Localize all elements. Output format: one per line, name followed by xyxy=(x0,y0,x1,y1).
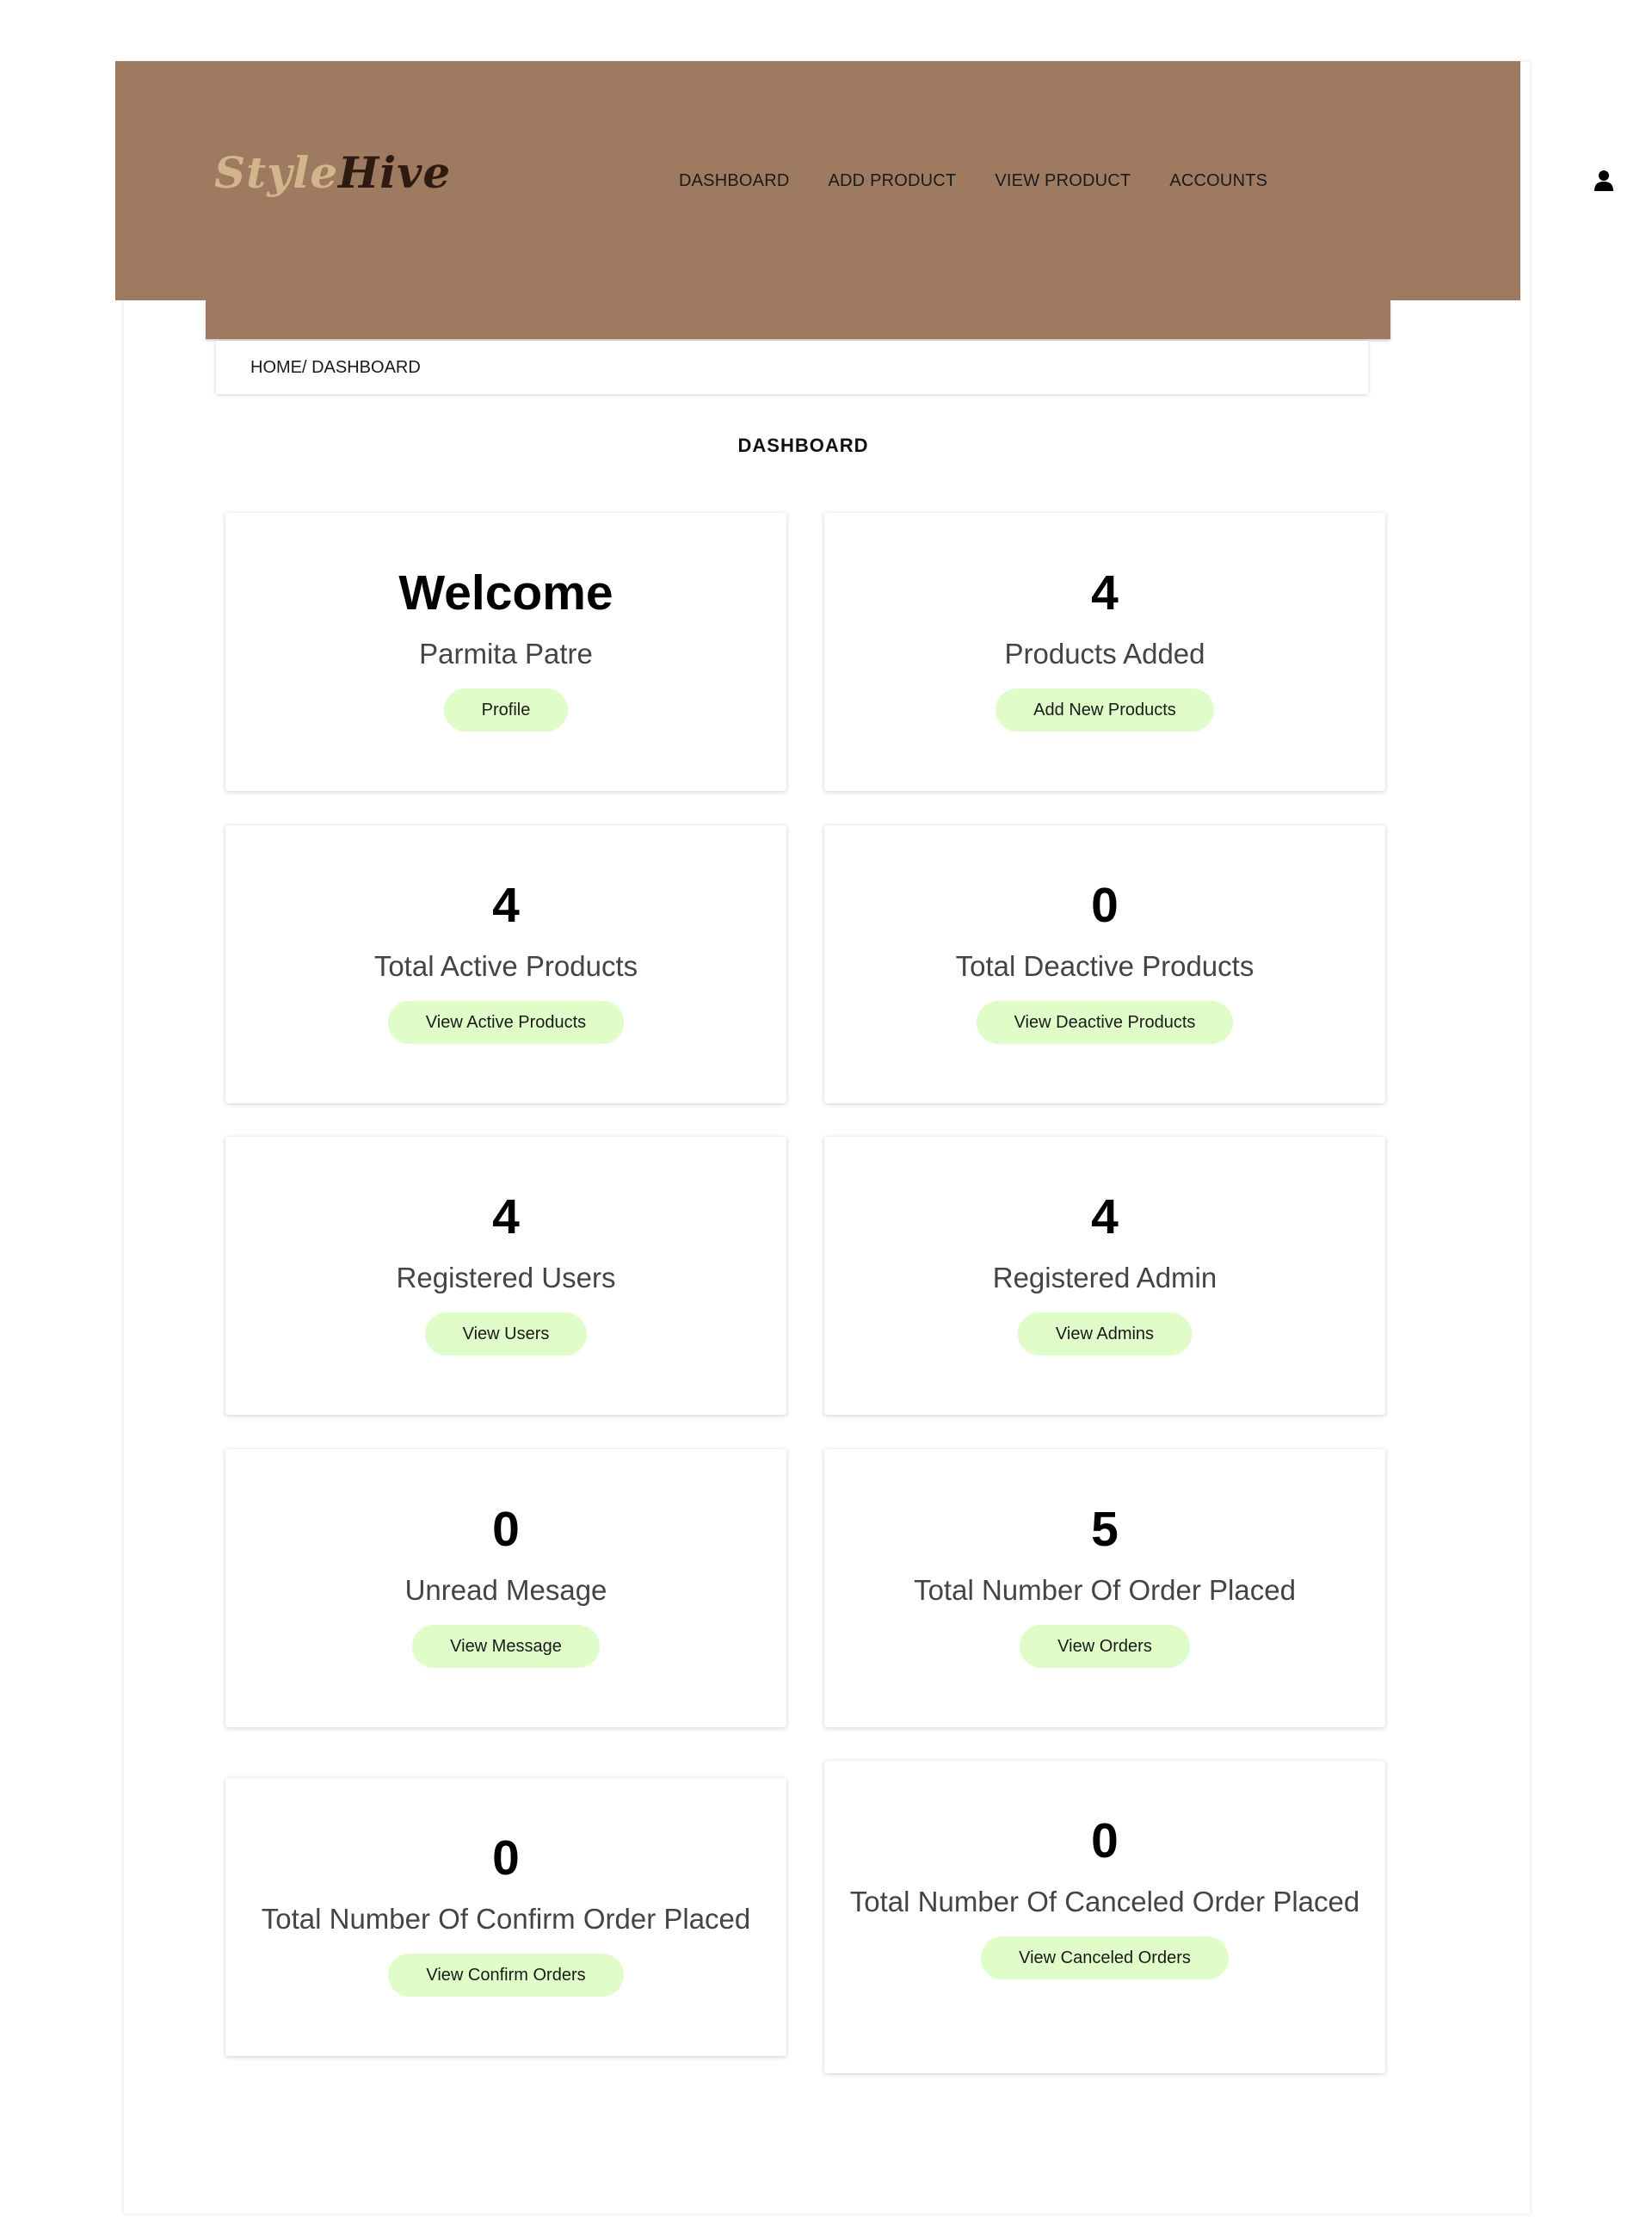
brand-logo[interactable]: StyleHive xyxy=(214,151,451,194)
registered-users-count: 4 xyxy=(492,1189,520,1244)
unread-message-label: Unread Mesage xyxy=(404,1574,607,1606)
view-admins-button[interactable]: View Admins xyxy=(1017,1312,1193,1355)
main-nav: DASHBOARD ADD PRODUCT VIEW PRODUCT ACCOU… xyxy=(679,171,1267,191)
registered-users-card: 4 Registered Users View Users xyxy=(225,1137,786,1415)
breadcrumb: HOME/ DASHBOARD xyxy=(216,341,1368,394)
canceled-orders-card: 0 Total Number Of Canceled Order Placed … xyxy=(824,1761,1385,2073)
header-bar: StyleHive DASHBOARD ADD PRODUCT VIEW PRO… xyxy=(115,61,1613,300)
active-products-count: 4 xyxy=(492,878,520,933)
brand-logo-part2: Hive xyxy=(338,147,452,198)
confirm-orders-count: 0 xyxy=(492,1831,520,1886)
breadcrumb-text[interactable]: HOME/ DASHBOARD xyxy=(250,358,421,378)
view-active-products-button[interactable]: View Active Products xyxy=(387,1001,625,1044)
active-products-label: Total Active Products xyxy=(373,950,638,982)
welcome-card: Welcome Parmita Patre Profile xyxy=(225,513,786,791)
products-added-label: Products Added xyxy=(1004,638,1205,670)
user-name: Parmita Patre xyxy=(419,638,593,670)
confirm-orders-label: Total Number Of Confirm Order Placed xyxy=(261,1903,751,1935)
nav-add-product[interactable]: ADD PRODUCT xyxy=(829,171,957,191)
nav-accounts[interactable]: ACCOUNTS xyxy=(1169,171,1267,191)
canceled-orders-count: 0 xyxy=(1091,1813,1119,1868)
products-added-count: 4 xyxy=(1091,565,1119,621)
nav-view-product[interactable]: VIEW PRODUCT xyxy=(995,171,1131,191)
registered-admin-label: Registered Admin xyxy=(992,1262,1217,1294)
canceled-orders-label: Total Number Of Canceled Order Placed xyxy=(849,1886,1360,1917)
view-confirm-orders-button[interactable]: View Confirm Orders xyxy=(388,1954,624,1997)
confirm-orders-card: 0 Total Number Of Confirm Order Placed V… xyxy=(225,1778,786,2056)
add-new-products-button[interactable]: Add New Products xyxy=(996,688,1214,732)
orders-placed-card: 5 Total Number Of Order Placed View Orde… xyxy=(824,1449,1385,1727)
header-subbar xyxy=(206,300,1390,339)
view-orders-button[interactable]: View Orders xyxy=(1020,1625,1190,1668)
unread-message-count: 0 xyxy=(492,1502,520,1557)
view-users-button[interactable]: View Users xyxy=(424,1312,588,1355)
brand-logo-part1: Style xyxy=(214,147,339,198)
user-icon[interactable] xyxy=(1593,170,1614,192)
view-message-button[interactable]: View Message xyxy=(412,1625,600,1668)
registered-users-label: Registered Users xyxy=(396,1262,616,1294)
unread-message-card: 0 Unread Mesage View Message xyxy=(225,1449,786,1727)
view-deactive-products-button[interactable]: View Deactive Products xyxy=(976,1001,1234,1044)
deactive-products-card: 0 Total Deactive Products View Deactive … xyxy=(824,825,1385,1103)
profile-button[interactable]: Profile xyxy=(443,688,569,732)
deactive-products-label: Total Deactive Products xyxy=(955,950,1254,982)
registered-admin-count: 4 xyxy=(1091,1189,1119,1244)
registered-admin-card: 4 Registered Admin View Admins xyxy=(824,1137,1385,1415)
orders-placed-count: 5 xyxy=(1091,1502,1119,1557)
nav-dashboard[interactable]: DASHBOARD xyxy=(679,171,790,191)
products-added-card: 4 Products Added Add New Products xyxy=(824,513,1385,791)
active-products-card: 4 Total Active Products View Active Prod… xyxy=(225,825,786,1103)
welcome-heading: Welcome xyxy=(398,565,613,621)
view-canceled-orders-button[interactable]: View Canceled Orders xyxy=(981,1936,1229,1979)
page-title: DASHBOARD xyxy=(737,435,869,456)
deactive-products-count: 0 xyxy=(1091,878,1119,933)
orders-placed-label: Total Number Of Order Placed xyxy=(914,1574,1296,1606)
